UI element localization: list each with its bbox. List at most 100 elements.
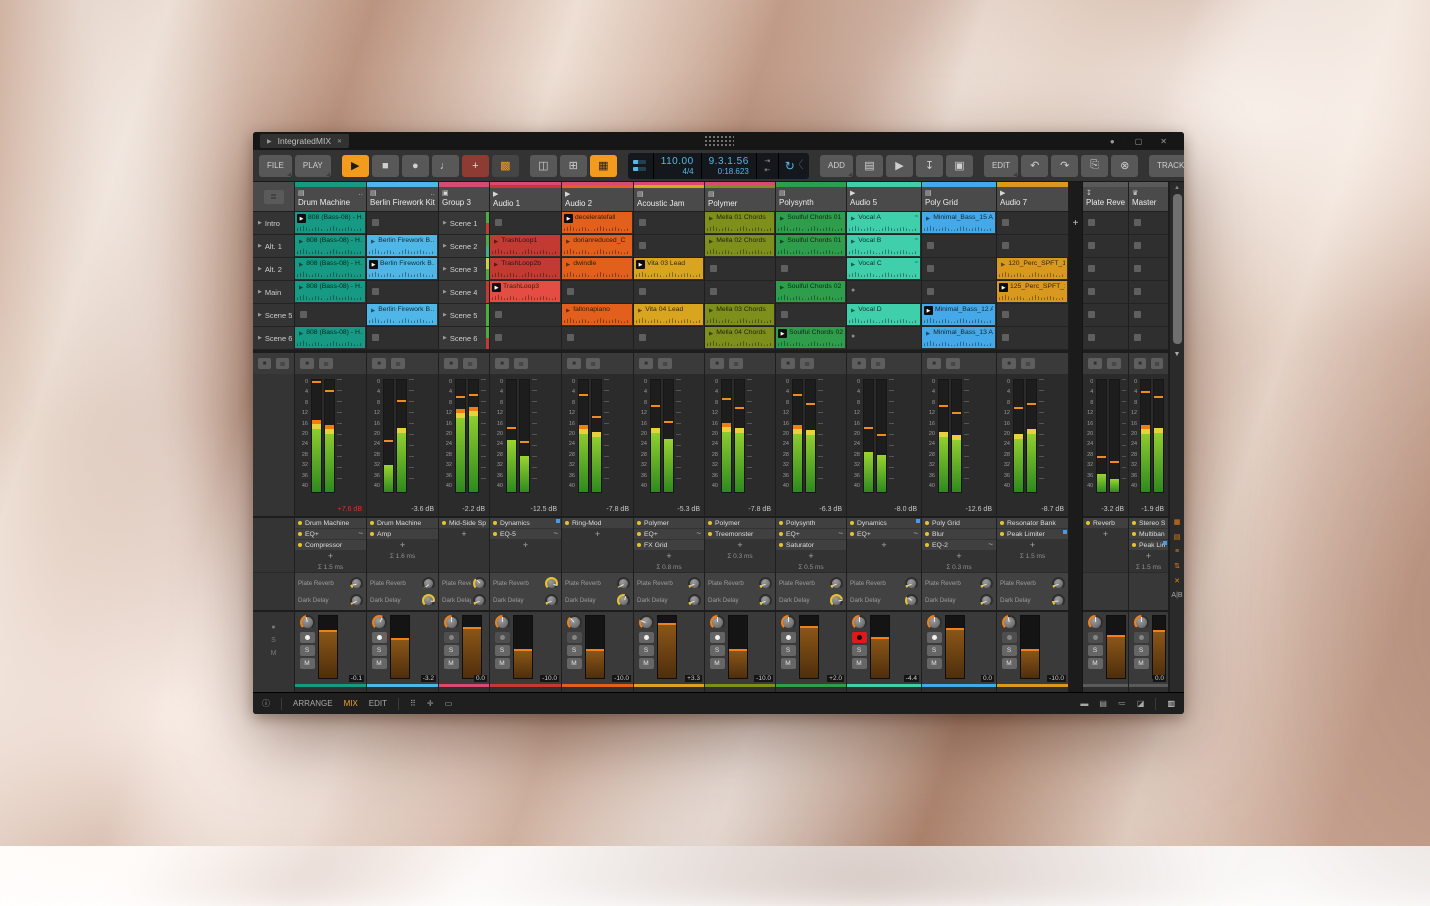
clip[interactable]: ▶Vocal D: [847, 304, 920, 325]
device-enable-led[interactable]: [1132, 521, 1136, 525]
volume-fader[interactable]: [318, 615, 338, 679]
clip-stop-button[interactable]: [372, 219, 379, 226]
clip-slot[interactable]: ▶Soulful Chords 02 A: [776, 327, 846, 350]
device-row[interactable]: Polymer: [634, 518, 704, 528]
punch-in-icon[interactable]: ⇥: [764, 157, 770, 165]
pan-knob[interactable]: [495, 615, 510, 630]
mute-button[interactable]: M: [1088, 658, 1103, 669]
device-row[interactable]: Compressor: [295, 540, 366, 550]
solo-button[interactable]: S: [1134, 645, 1149, 656]
project-tab[interactable]: ▶ IntegratedMIX ✕: [260, 134, 349, 148]
send-knob[interactable]: [688, 594, 701, 607]
volume-fader[interactable]: [1020, 615, 1040, 679]
solo-button[interactable]: S: [300, 645, 315, 656]
project-tab-close-icon[interactable]: ✕: [337, 138, 342, 145]
clip[interactable]: ▶Berlin Firework B…: [367, 258, 437, 279]
device-row[interactable]: Multiband FX-3: [1129, 529, 1168, 539]
scene-row[interactable]: ▶Alt. 1: [253, 235, 294, 258]
track-header[interactable]: ♛Master: [1129, 182, 1168, 212]
sends-section-icon[interactable]: ≡: [1175, 548, 1179, 555]
device-enable-led[interactable]: [1086, 521, 1090, 525]
clip-slot[interactable]: ▶Mella 02 Chords: [705, 235, 775, 258]
group-scene-slot[interactable]: ▶Scene 4: [439, 281, 489, 304]
track-scene-stop-button[interactable]: ≣: [1107, 358, 1121, 369]
send-row[interactable]: Dark Delay: [493, 592, 558, 609]
clip-stop-button[interactable]: [300, 311, 307, 318]
clip[interactable]: ▶TrashLoop2b: [490, 258, 560, 279]
add-instrument-track-button[interactable]: ▤: [856, 155, 883, 177]
solo-button[interactable]: S: [710, 645, 725, 656]
track-stop-button[interactable]: ■: [1088, 358, 1102, 369]
clip-slot[interactable]: [776, 258, 846, 281]
inspector-panel-icon[interactable]: ▤: [1099, 699, 1107, 708]
mute-button[interactable]: M: [639, 658, 654, 669]
track-stop-button[interactable]: ■: [567, 358, 581, 369]
send-row[interactable]: Dark Delay: [370, 592, 435, 609]
pan-knob[interactable]: [444, 615, 459, 630]
solo-button[interactable]: S: [852, 645, 867, 656]
scene-row[interactable]: ▶Main: [253, 281, 294, 304]
clip-slot[interactable]: ▶TrashLoop1: [490, 235, 561, 258]
clip-stop-button[interactable]: [781, 265, 788, 272]
volume-fader[interactable]: [870, 615, 890, 679]
track-scene-stop-button[interactable]: ≣: [1021, 358, 1035, 369]
device-enable-led[interactable]: [370, 521, 374, 525]
send-knob[interactable]: [905, 594, 918, 607]
group-scene-slot[interactable]: ▶Scene 6: [439, 327, 489, 350]
clip-slot[interactable]: ▶808 (Bass-08) - H…: [295, 281, 366, 304]
solo-button[interactable]: S: [781, 645, 796, 656]
scene-row[interactable]: ▶Scene 6: [253, 327, 294, 350]
fade-icons[interactable]: ⟋⟍: [799, 161, 803, 171]
group-scene-slot[interactable]: ▶Scene 3: [439, 258, 489, 281]
scroll-down-icon[interactable]: ▼: [1174, 351, 1181, 358]
clip-stop-button[interactable]: [1134, 219, 1141, 226]
device-section-icon[interactable]: ▤: [1174, 533, 1181, 541]
mappings-panel-icon[interactable]: ≔: [1118, 699, 1126, 708]
send-knob[interactable]: [830, 594, 843, 607]
clip-stop-button[interactable]: [372, 334, 379, 341]
send-knob[interactable]: [473, 577, 486, 590]
clip-stop-button[interactable]: [1002, 311, 1009, 318]
add-device-button[interactable]: +: [997, 540, 1068, 551]
device-enable-led[interactable]: [493, 532, 497, 536]
device-row[interactable]: Dynamics: [847, 518, 921, 528]
pointer-panel-icon[interactable]: ◪: [1137, 699, 1145, 708]
position-display[interactable]: 9.3.1.56 0:18.623: [702, 153, 757, 179]
undo-button[interactable]: ↶: [1021, 155, 1048, 177]
loop-icon[interactable]: ↻: [785, 159, 795, 173]
solo-button[interactable]: S: [1088, 645, 1103, 656]
add-receive-track-button[interactable]: ↧: [916, 155, 943, 177]
clip-slot[interactable]: [562, 281, 633, 304]
play-menu-button[interactable]: PLAY: [295, 155, 331, 177]
mute-button[interactable]: M: [495, 658, 510, 669]
groove-button[interactable]: ▩: [492, 155, 519, 177]
device-enable-led[interactable]: [850, 521, 854, 525]
clip-stop-button[interactable]: [781, 311, 788, 318]
dual-panel-button[interactable]: ◫: [530, 155, 557, 177]
pan-knob[interactable]: [1134, 615, 1149, 630]
send-knob[interactable]: [830, 577, 843, 590]
clip-stop-button[interactable]: [1134, 334, 1141, 341]
send-row[interactable]: Plate Reverb: [1000, 575, 1065, 592]
add-device-button[interactable]: +: [490, 540, 561, 551]
clip[interactable]: ▶TrashLoop3: [490, 281, 560, 302]
device-enable-led[interactable]: [925, 543, 929, 547]
clip[interactable]: ▶dorianreduced_C: [562, 235, 632, 256]
song-position-value[interactable]: 9.3.1.56: [709, 156, 749, 167]
device-enable-led[interactable]: [442, 521, 446, 525]
scroll-up-icon[interactable]: ▲: [1174, 185, 1180, 191]
clip-slot[interactable]: [1129, 327, 1168, 350]
device-enable-led[interactable]: [779, 532, 783, 536]
record-arm-button[interactable]: [1088, 632, 1103, 643]
clip-record-slot[interactable]: ●: [851, 333, 855, 340]
send-knob[interactable]: [980, 577, 993, 590]
clip[interactable]: ▶808 (Bass-08) - H…: [295, 212, 365, 233]
send-row[interactable]: Plate Reverb: [370, 575, 435, 592]
add-group-track-button[interactable]: ▣: [946, 155, 973, 177]
clip-stop-button[interactable]: [1088, 265, 1095, 272]
clip-slot[interactable]: ▶808 (Bass-08) - H…: [295, 212, 366, 235]
clip-slot[interactable]: [997, 212, 1068, 235]
clip-slot[interactable]: [1083, 212, 1128, 235]
track-stop-button[interactable]: ■: [927, 358, 941, 369]
group-scene-slot[interactable]: ▶Scene 1: [439, 212, 489, 235]
